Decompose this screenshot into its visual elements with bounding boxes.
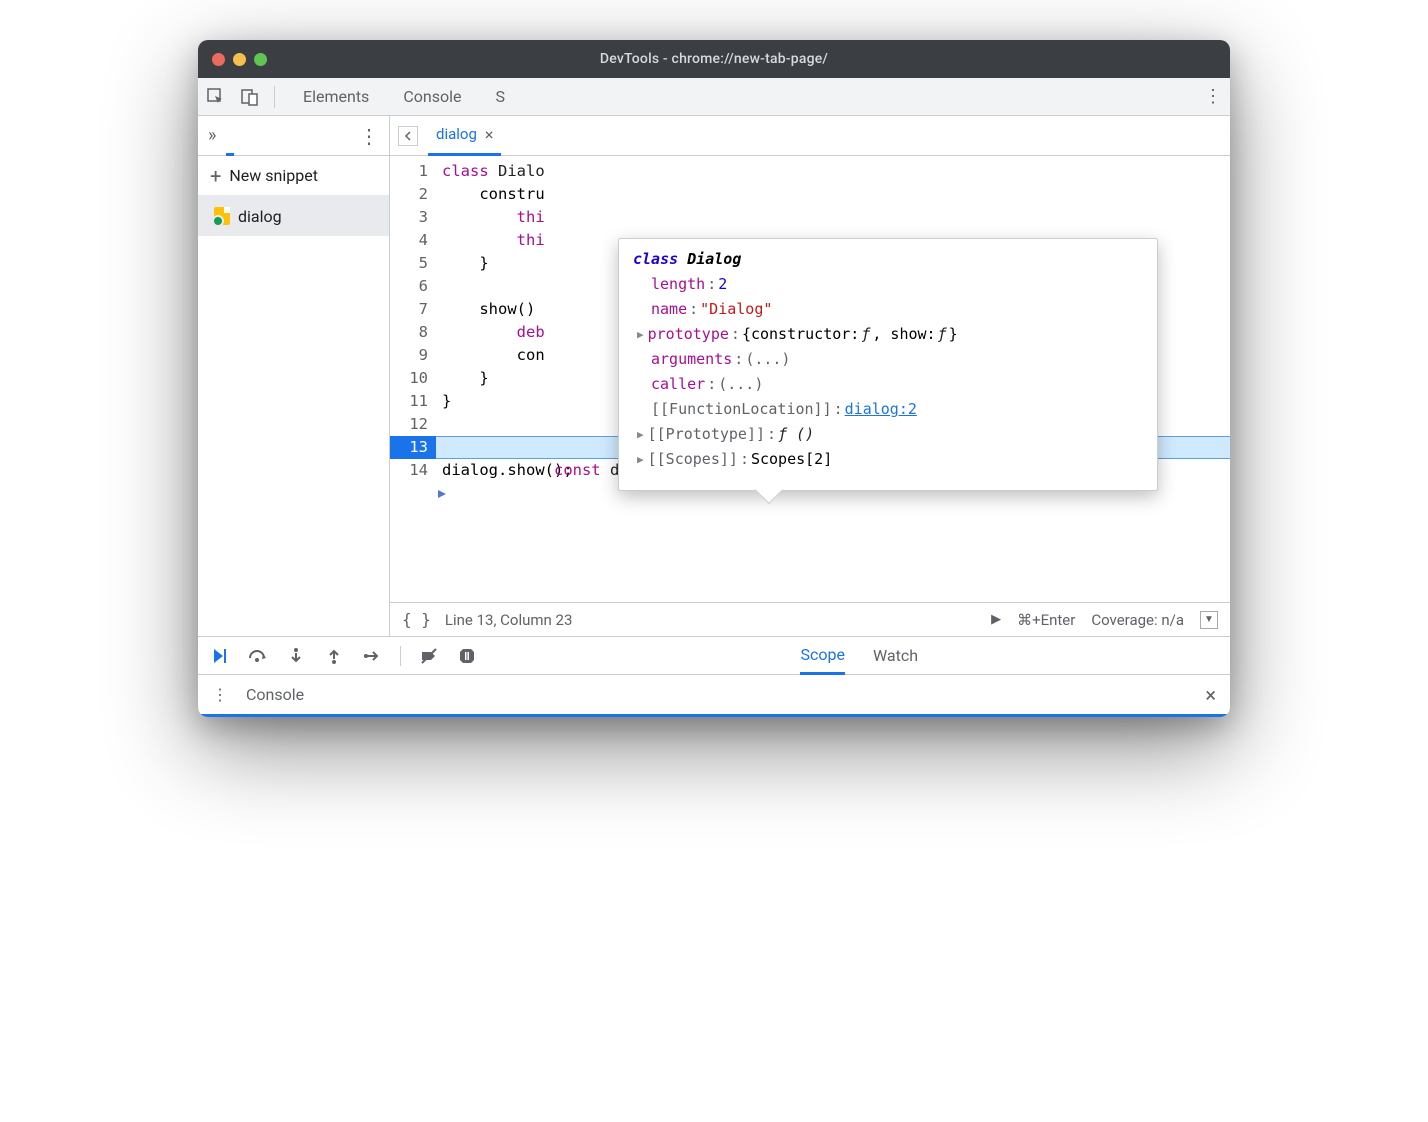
popover-row: caller: (...) bbox=[633, 372, 1143, 397]
close-drawer-icon[interactable]: × bbox=[1205, 683, 1216, 707]
step-out-icon[interactable] bbox=[324, 646, 344, 666]
popover-row: ▶prototype: {constructor: ƒ, show: ƒ} bbox=[633, 322, 1143, 347]
devtools-toolbar: Elements Console S ⋮ bbox=[198, 78, 1230, 116]
deactivate-breakpoints-icon[interactable] bbox=[419, 646, 439, 666]
popover-header: class Dialog bbox=[633, 247, 1143, 272]
step-icon[interactable] bbox=[362, 646, 382, 666]
snippets-tab-indicator bbox=[226, 116, 234, 156]
line-number: 10 bbox=[390, 367, 428, 390]
editor-status-bar: { } Line 13, Column 23 ▶ ⌘+Enter Coverag… bbox=[390, 602, 1230, 636]
close-tab-icon[interactable]: × bbox=[485, 125, 494, 144]
device-toggle-icon[interactable] bbox=[240, 87, 260, 107]
pause-on-exceptions-icon[interactable] bbox=[457, 646, 477, 666]
nav-back-icon[interactable] bbox=[398, 126, 418, 146]
watch-tab[interactable]: Watch bbox=[873, 637, 918, 675]
function-location-link[interactable]: dialog:2 bbox=[845, 397, 917, 422]
window-title: DevTools - chrome://new-tab-page/ bbox=[198, 51, 1230, 67]
navigator-top: » ⋮ bbox=[198, 116, 389, 156]
drawer-active-indicator bbox=[198, 714, 1230, 717]
popover-row: name: "Dialog" bbox=[633, 297, 1143, 322]
step-into-icon[interactable] bbox=[286, 646, 306, 666]
close-window-button[interactable] bbox=[212, 53, 225, 66]
main-area: » ⋮ + New snippet dialog dialog × bbox=[198, 116, 1230, 636]
navigator-menu-icon[interactable]: ⋮ bbox=[359, 124, 379, 148]
minimize-window-button[interactable] bbox=[233, 53, 246, 66]
debugger-side-tabs: Scope Watch bbox=[800, 637, 1218, 675]
cursor-position: Line 13, Column 23 bbox=[445, 611, 572, 629]
separator bbox=[400, 646, 401, 666]
panel-tabs: Elements Console S bbox=[301, 79, 507, 114]
popover-row: arguments: (...) bbox=[633, 347, 1143, 372]
devtools-window: DevTools - chrome://new-tab-page/ Elemen… bbox=[198, 40, 1230, 717]
new-snippet-label: New snippet bbox=[229, 166, 318, 185]
expand-icon[interactable]: ▶ bbox=[637, 447, 646, 472]
code-line: thi bbox=[442, 206, 1224, 229]
run-snippet-icon[interactable]: ▶ bbox=[991, 612, 1001, 627]
line-number: 8 bbox=[390, 321, 428, 344]
line-number: 4 bbox=[390, 229, 428, 252]
expand-icon[interactable]: ▶ bbox=[637, 422, 646, 447]
line-number: 1 bbox=[390, 160, 428, 183]
editor-tab-dialog[interactable]: dialog × bbox=[428, 116, 501, 156]
expand-navigator-icon[interactable]: » bbox=[208, 125, 216, 146]
line-number: 12 bbox=[390, 413, 428, 436]
line-number: 5 bbox=[390, 252, 428, 275]
popover-row: ▶[[Scopes]]: Scopes[2] bbox=[633, 447, 1143, 472]
coverage-label: Coverage: n/a bbox=[1091, 611, 1184, 629]
tab-console[interactable]: Console bbox=[401, 79, 463, 114]
line-number: 14 bbox=[390, 459, 428, 482]
pretty-print-icon[interactable]: { } bbox=[402, 610, 431, 629]
debugger-toolbar: Scope Watch bbox=[198, 636, 1230, 674]
snippet-file-icon bbox=[214, 207, 230, 225]
line-number: 2 bbox=[390, 183, 428, 206]
execution-pointer-icon bbox=[438, 482, 450, 505]
editor-tab-label: dialog bbox=[436, 125, 477, 143]
tab-elements[interactable]: Elements bbox=[301, 79, 371, 114]
more-tabs-icon[interactable]: ⋮ bbox=[1204, 86, 1222, 107]
code-line: class Dialo bbox=[442, 160, 1224, 183]
plus-icon: + bbox=[210, 164, 221, 188]
run-hint: ⌘+Enter bbox=[1017, 611, 1075, 629]
step-over-icon[interactable] bbox=[248, 646, 268, 666]
scope-tab[interactable]: Scope bbox=[800, 637, 844, 675]
separator bbox=[274, 86, 275, 108]
tab-sources[interactable]: S bbox=[493, 79, 507, 114]
code-line: constru bbox=[442, 183, 1224, 206]
resume-icon[interactable] bbox=[210, 646, 230, 666]
object-preview-popover: class Dialog length: 2 name: "Dialog" ▶p… bbox=[618, 238, 1158, 491]
expand-icon[interactable]: ▶ bbox=[637, 322, 646, 347]
line-number: 7 bbox=[390, 298, 428, 321]
line-number: 11 bbox=[390, 390, 428, 413]
new-snippet-button[interactable]: + New snippet bbox=[198, 156, 389, 196]
snippet-file-item[interactable]: dialog bbox=[198, 196, 389, 236]
inspect-element-icon[interactable] bbox=[206, 87, 226, 107]
line-gutter: 1 2 3 4 5 6 7 8 9 10 11 12 13 14 bbox=[390, 156, 436, 602]
zoom-window-button[interactable] bbox=[254, 53, 267, 66]
popover-row: [[FunctionLocation]]: dialog:2 bbox=[633, 397, 1143, 422]
navigator-sidebar: » ⋮ + New snippet dialog bbox=[198, 116, 390, 636]
line-number-current: 13 bbox=[390, 436, 436, 459]
window-controls bbox=[212, 53, 267, 66]
line-number: 9 bbox=[390, 344, 428, 367]
coverage-toggle-icon[interactable]: ▼ bbox=[1200, 611, 1218, 629]
titlebar: DevTools - chrome://new-tab-page/ bbox=[198, 40, 1230, 78]
line-number: 3 bbox=[390, 206, 428, 229]
popover-row: length: 2 bbox=[633, 272, 1143, 297]
console-drawer: ⋮ Console × bbox=[198, 674, 1230, 714]
popover-row: ▶[[Prototype]]: ƒ () bbox=[633, 422, 1143, 447]
console-drawer-label: Console bbox=[246, 685, 304, 704]
line-number: 6 bbox=[390, 275, 428, 298]
console-menu-icon[interactable]: ⋮ bbox=[212, 685, 228, 704]
editor-tabbar: dialog × bbox=[390, 116, 1230, 156]
snippet-file-name: dialog bbox=[238, 207, 282, 226]
